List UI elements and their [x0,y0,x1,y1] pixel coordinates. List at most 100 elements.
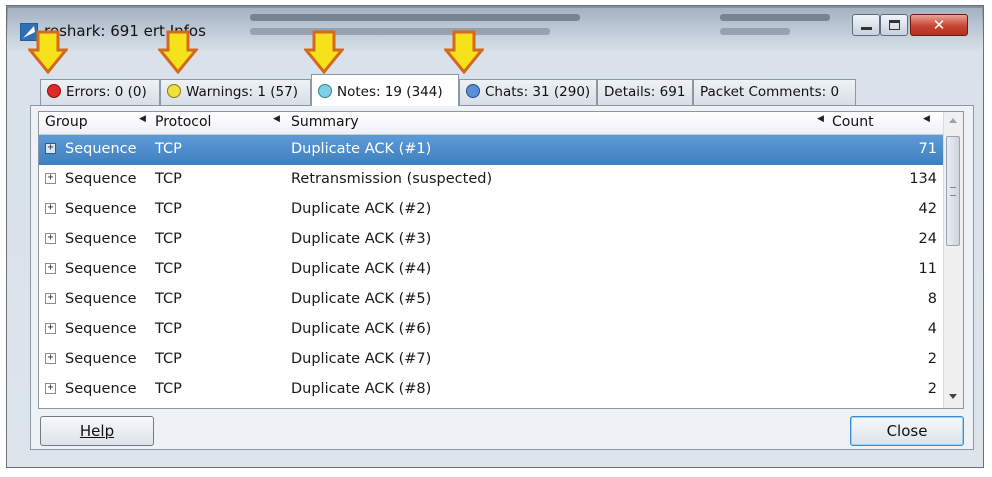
plus-box-icon[interactable]: + [45,293,56,304]
plus-box-icon[interactable]: + [45,143,56,154]
cell-count: 2 [927,381,937,397]
cell-count: 71 [918,141,937,157]
yellow-down-arrow-icon [444,30,484,74]
cell-protocol: TCP [155,231,182,247]
cell-group: Sequence [65,351,137,367]
table-row[interactable]: + Sequence TCP Duplicate ACK (#5) 8 [39,285,945,315]
minimize-icon [861,27,872,30]
cell-count: 4 [927,321,937,337]
cell-protocol: TCP [155,351,182,367]
close-window-button[interactable]: ✕ [910,14,968,36]
help-button[interactable]: Help [40,416,154,446]
cell-summary: Duplicate ACK (#6) [291,321,432,337]
note-dot-icon [318,84,332,98]
plus-box-icon[interactable]: + [45,263,56,274]
table-row[interactable]: + Sequence TCP Duplicate ACK (#1) 71 [39,135,945,165]
minimize-button[interactable] [852,14,880,36]
tab-chats[interactable]: Chats: 31 (290) [459,79,597,105]
cell-group: Sequence [65,321,137,337]
cell-summary: Duplicate ACK (#3) [291,231,432,247]
blurred-background [720,14,830,21]
sort-arrow-icon[interactable]: ◀ [817,114,824,124]
tab-label: Details: 691 [604,84,686,100]
blurred-background [250,14,580,21]
close-label: Close [886,422,928,440]
table-row[interactable]: + Sequence TCP Duplicate ACK (#2) 42 [39,195,945,225]
maximize-button[interactable] [880,14,908,36]
cell-protocol: TCP [155,171,182,187]
plus-box-icon[interactable]: + [45,353,56,364]
plus-box-icon[interactable]: + [45,383,56,394]
cell-protocol: TCP [155,291,182,307]
table-row[interactable]: + Sequence TCP Retransmission (suspected… [39,165,945,195]
column-header: Group ◀ Protocol ◀ Summary ◀ Count ◀ [39,112,945,135]
cell-count: 2 [927,351,937,367]
warning-dot-icon [167,84,181,98]
cell-summary: Duplicate ACK (#2) [291,201,432,217]
scrollbar-thumb[interactable] [946,136,960,246]
table-row[interactable]: + Sequence TCP Duplicate ACK (#6) 4 [39,315,945,345]
scroll-up-icon[interactable] [949,118,957,123]
close-button[interactable]: Close [850,416,964,446]
cell-count: 11 [918,261,937,277]
cell-group: Sequence [65,201,137,217]
plus-box-icon[interactable]: + [45,233,56,244]
column-group[interactable]: Group [45,114,88,130]
blurred-background [250,28,550,35]
cell-group: Sequence [65,171,137,187]
tab-label: Notes: 19 (344) [337,84,443,100]
sort-arrow-icon[interactable]: ◀ [923,114,930,124]
close-icon: ✕ [932,16,946,34]
tab-label: Warnings: 1 (57) [186,84,298,100]
yellow-down-arrow-icon [304,30,344,74]
table-row[interactable]: + Sequence TCP Duplicate ACK (#8) 2 [39,375,945,405]
cell-group: Sequence [65,291,137,307]
help-label: Help [79,422,115,440]
plus-box-icon[interactable]: + [45,173,56,184]
cell-group: Sequence [65,231,137,247]
tab-label: Chats: 31 (290) [485,84,591,100]
sort-arrow-icon[interactable]: ◀ [139,114,146,124]
cell-count: 8 [927,291,937,307]
tab-errors[interactable]: Errors: 0 (0) [40,79,160,105]
scroll-down-icon[interactable] [949,394,957,399]
tab-label: Errors: 0 (0) [66,84,147,100]
tab-warnings[interactable]: Warnings: 1 (57) [160,79,311,105]
cell-protocol: TCP [155,141,182,157]
cell-group: Sequence [65,141,137,157]
cell-summary: Retransmission (suspected) [291,171,493,187]
table-row[interactable]: + Sequence TCP Duplicate ACK (#3) 24 [39,225,945,255]
yellow-down-arrow-icon [158,30,198,74]
cell-summary: Duplicate ACK (#7) [291,351,432,367]
cell-group: Sequence [65,381,137,397]
sort-arrow-icon[interactable]: ◀ [273,114,280,124]
cell-count: 134 [909,171,937,187]
grip-icon [950,187,956,196]
table-row[interactable]: + Sequence TCP Duplicate ACK (#4) 11 [39,255,945,285]
cell-protocol: TCP [155,381,182,397]
tab-notes[interactable]: Notes: 19 (344) [311,74,459,106]
yellow-down-arrow-icon [28,30,68,74]
column-summary[interactable]: Summary [291,114,359,130]
cell-summary: Duplicate ACK (#8) [291,381,432,397]
blurred-background [720,28,790,35]
plus-box-icon[interactable]: + [45,203,56,214]
cell-count: 24 [918,231,937,247]
vertical-scrollbar[interactable] [943,112,963,408]
cell-protocol: TCP [155,201,182,217]
column-protocol[interactable]: Protocol [155,114,211,130]
cell-group: Sequence [65,261,137,277]
table-row[interactable]: + Sequence TCP Duplicate ACK (#7) 2 [39,345,945,375]
column-count[interactable]: Count [832,114,874,130]
cell-protocol: TCP [155,321,182,337]
expert-info-tree[interactable]: Group ◀ Protocol ◀ Summary ◀ Count ◀ + S… [38,111,964,409]
cell-summary: Duplicate ACK (#4) [291,261,432,277]
error-dot-icon [47,84,61,98]
plus-box-icon[interactable]: + [45,323,56,334]
tab-details[interactable]: Details: 691 [597,79,693,105]
cell-summary: Duplicate ACK (#5) [291,291,432,307]
tab-packet-comments[interactable]: Packet Comments: 0 [693,79,856,105]
maximize-icon [889,20,900,30]
cell-protocol: TCP [155,261,182,277]
cell-count: 42 [918,201,937,217]
